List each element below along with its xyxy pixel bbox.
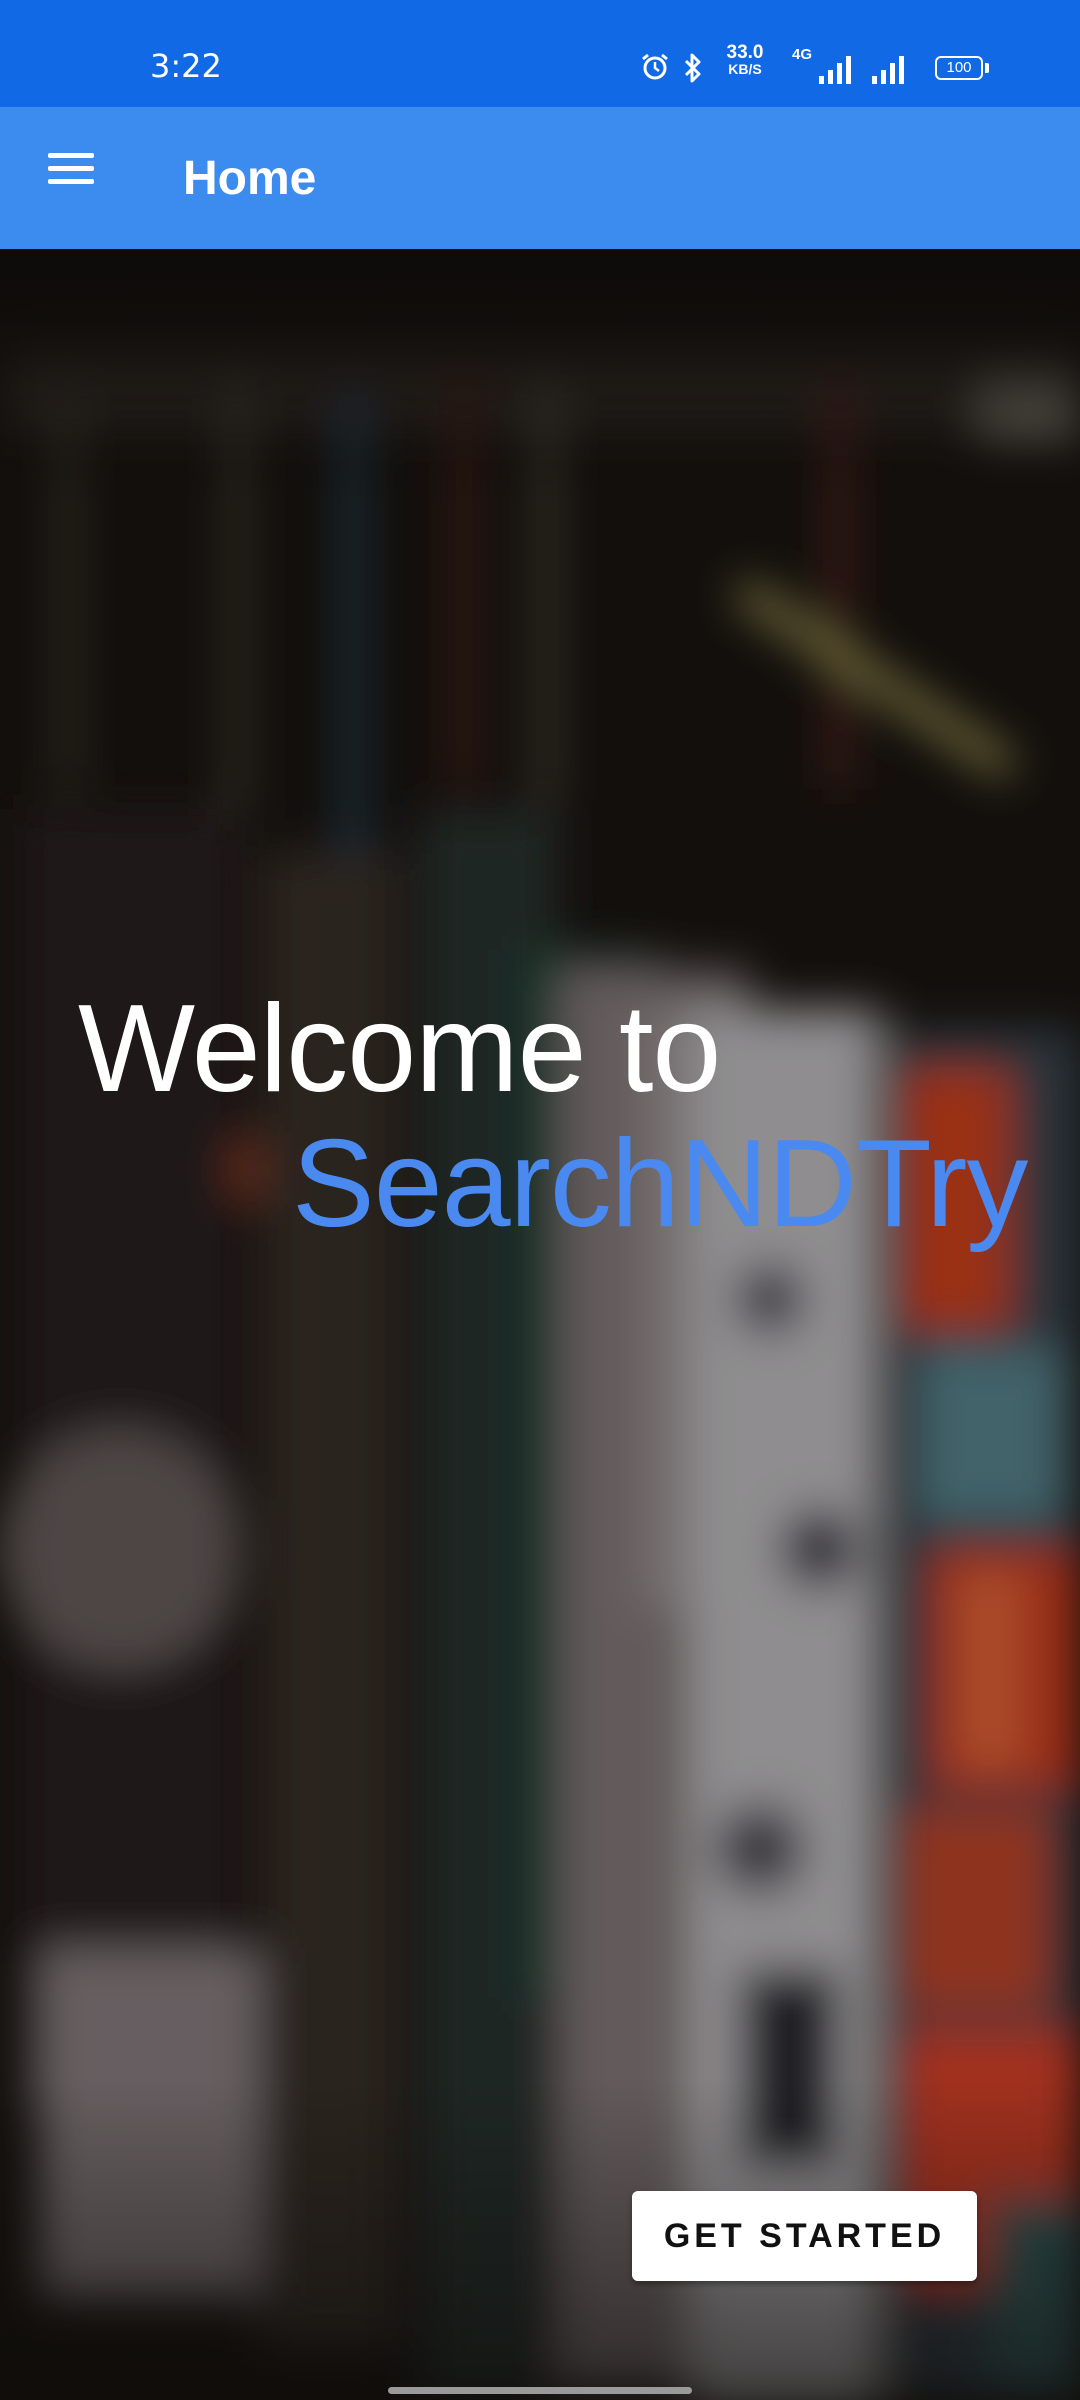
app-name-heading: SearchNDTry [292, 1115, 1028, 1253]
page-title: Home [183, 152, 317, 205]
get-started-button[interactable]: GET STARTED [632, 2191, 977, 2281]
signal-icon [872, 56, 904, 84]
battery-tip [985, 63, 989, 73]
network-type: 4G [792, 46, 813, 63]
welcome-heading: Welcome to [78, 980, 721, 1118]
menu-button[interactable] [38, 153, 104, 203]
signal-icon [819, 56, 851, 84]
menu-icon-bar [48, 179, 94, 184]
battery-level: 100 [946, 59, 972, 76]
hero-section: Welcome to SearchNDTry GET STARTED [0, 249, 1080, 2400]
menu-icon-bar [48, 166, 94, 171]
menu-icon [48, 153, 94, 158]
battery-icon: 100 [935, 56, 983, 80]
status-bar: 3:22 33.0 KB/S 4G 100 [0, 0, 1080, 107]
network-speed: 33.0 KB/S [726, 42, 764, 77]
background-image [0, 249, 1080, 2400]
bluetooth-icon [684, 53, 701, 83]
status-time: 3:22 [150, 47, 222, 85]
alarm-icon [642, 53, 668, 80]
app-bar: Home [0, 107, 1080, 249]
home-indicator[interactable] [388, 2387, 692, 2394]
